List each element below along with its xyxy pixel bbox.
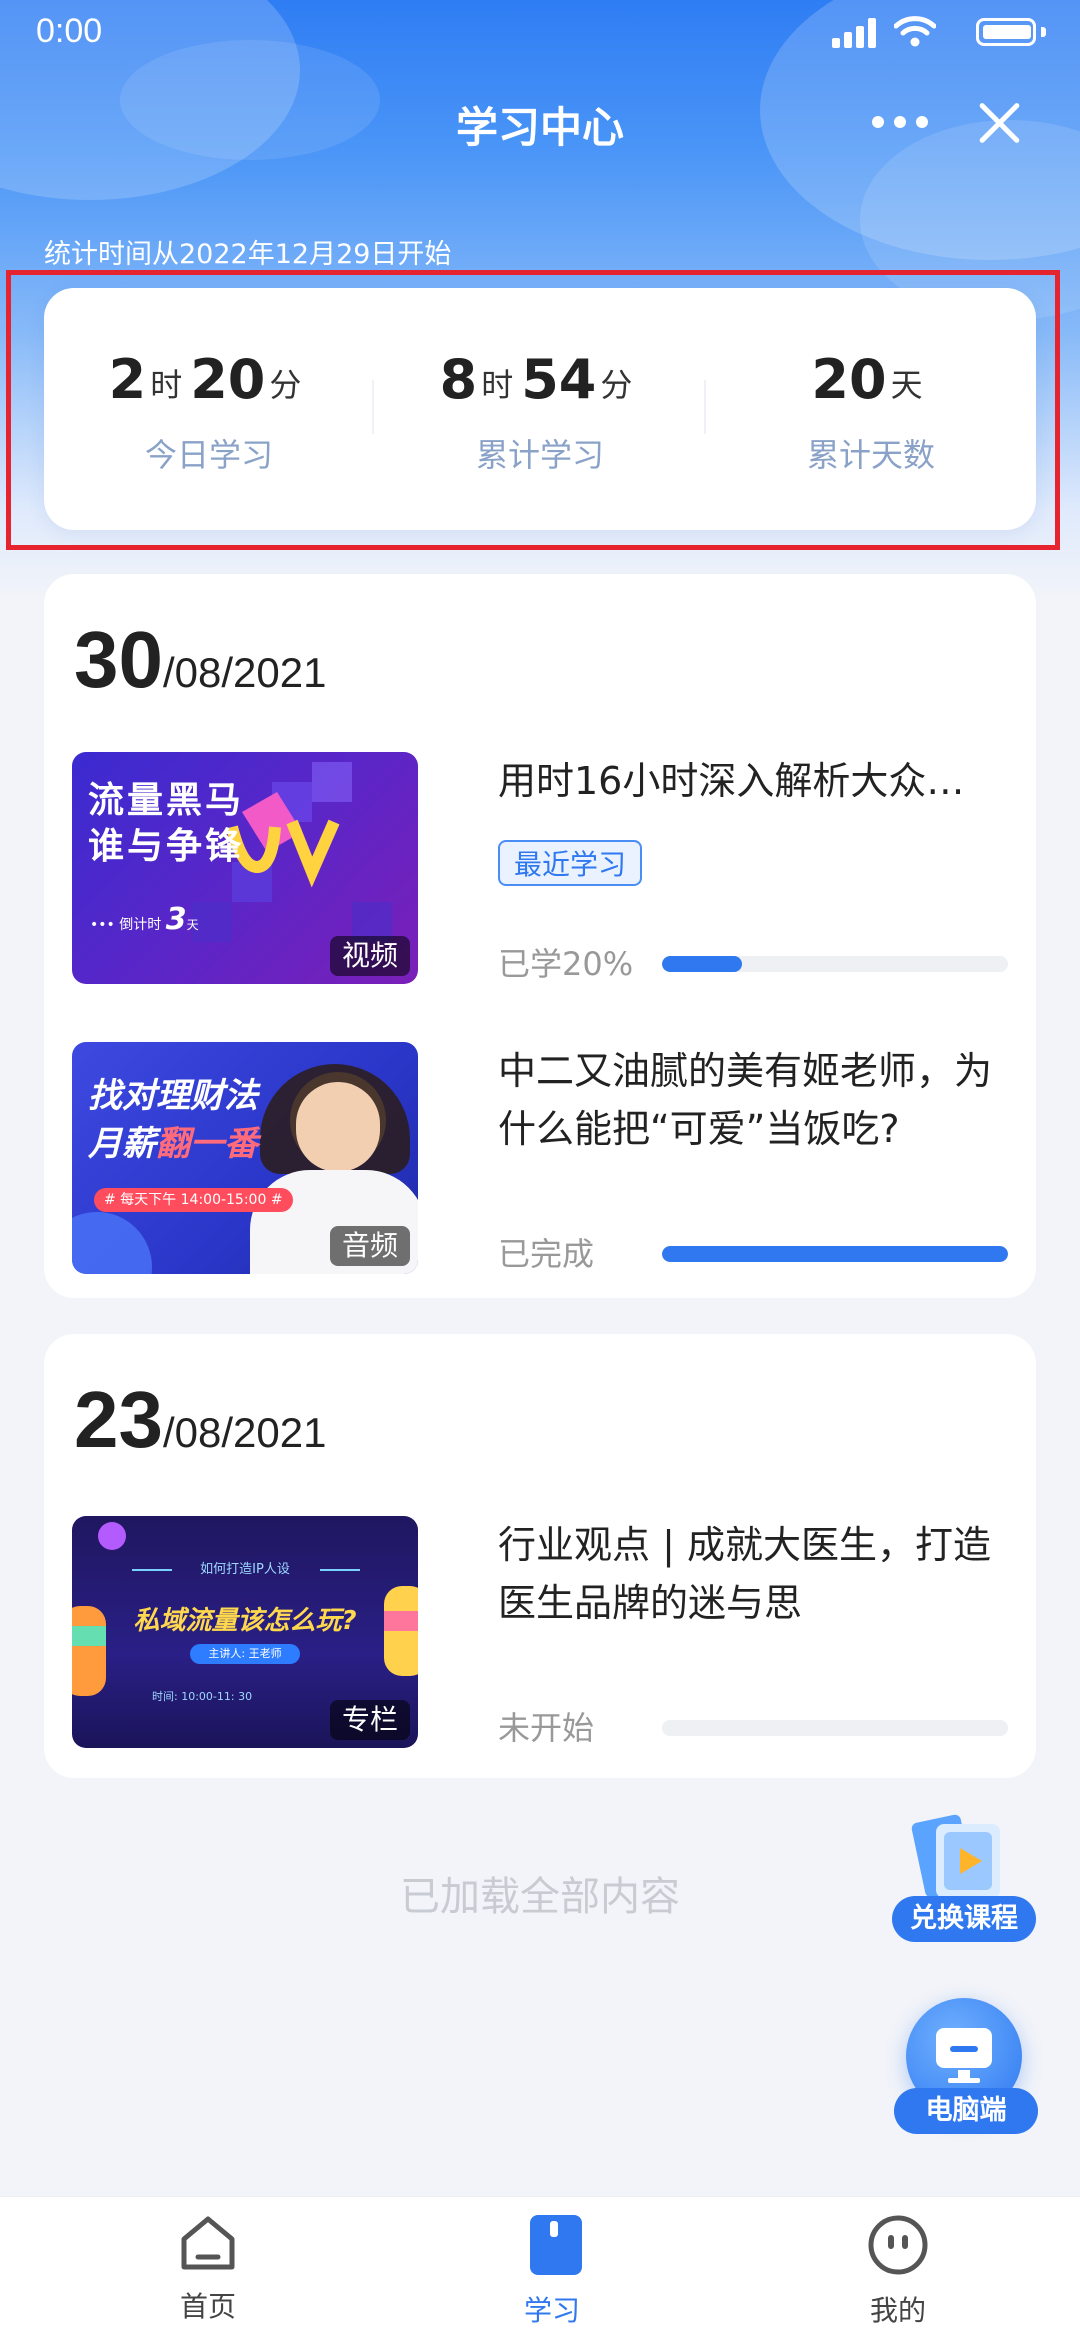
- course-thumbnail: 找对理财法 月薪翻一番 # 每天下午 14:00-15:00 # 音频: [72, 1042, 418, 1274]
- thumbnail-title: 找对理财法 月薪翻一番: [88, 1076, 258, 1164]
- progress-text: 未开始: [498, 1709, 595, 1747]
- thumbnail-title: 流量黑马 谁与争锋: [88, 780, 245, 867]
- thumbnail-schedule: # 每天下午 14:00-15:00 #: [94, 1188, 293, 1212]
- content-type-tag: 专栏: [329, 1700, 410, 1740]
- content-type-tag: 视频: [329, 936, 410, 976]
- date-heading: 23/08/2021: [74, 1374, 326, 1466]
- bottom-tab-bar: 首页 学习 我的: [0, 2196, 1080, 2340]
- tab-home-label: 首页: [179, 2290, 236, 2323]
- day-group-card: 30/08/2021 流量黑马 谁与争锋 ••• 倒计时 3天 视频 用时16小…: [44, 574, 1036, 1298]
- course-title: 中二又油腻的美有姬老师，为什么能把“可爱”当饭吃?: [498, 1049, 993, 1151]
- thumbnail-time: 时间: 10:00-11: 30: [152, 1690, 253, 1703]
- wifi-icon: [894, 16, 936, 47]
- course-thumbnail: 流量黑马 谁与争锋 ••• 倒计时 3天 视频: [72, 752, 418, 984]
- course-item[interactable]: 流量黑马 谁与争锋 ••• 倒计时 3天 视频 用时16小时深入解析大众… 最近…: [72, 752, 1012, 984]
- progress-text: 已学20%: [498, 945, 634, 983]
- tab-study[interactable]: 学习: [432, 2197, 672, 2340]
- home-icon: [181, 2216, 235, 2270]
- stats-since-text: 统计时间从2022年12月29日开始: [44, 239, 452, 270]
- battery-icon: [976, 18, 1046, 46]
- date-day: 30: [74, 615, 163, 704]
- progress-bar: [662, 956, 1008, 972]
- date-month-year: /08/2021: [162, 649, 327, 696]
- course-title: 行业观点 | 成就大医生，打造医生品牌的迷与思: [498, 1523, 991, 1625]
- study-icon: [530, 2215, 582, 2275]
- thumbnail-countdown: ••• 倒计时 3天: [90, 902, 199, 937]
- thumbnail-title: 私域流量该怎么玩?: [133, 1606, 357, 1636]
- close-icon[interactable]: [974, 98, 1024, 148]
- progress-bar: [662, 1720, 1008, 1736]
- course-thumbnail: 如何打造IP人设 私域流量该怎么玩? 主讲人: 王老师 时间: 10:00-11…: [72, 1516, 418, 1748]
- more-options-icon[interactable]: [872, 104, 928, 140]
- date-heading: 30/08/2021: [74, 614, 326, 706]
- course-item[interactable]: 如何打造IP人设 私域流量该怎么玩? 主讲人: 王老师 时间: 10:00-11…: [72, 1516, 1012, 1748]
- thumbnail-subtitle: 如何打造IP人设: [200, 1562, 290, 1577]
- day-group-card: 23/08/2021 如何打造IP人设 私域流量该怎么玩? 主讲人: 王老师 时…: [44, 1334, 1036, 1778]
- exchange-course-label: 兑换课程: [892, 1896, 1036, 1942]
- course-item[interactable]: 找对理财法 月薪翻一番 # 每天下午 14:00-15:00 # 音频 中二又油…: [72, 1042, 1012, 1274]
- signal-icon: [832, 18, 878, 48]
- thumbnail-lecturer: 主讲人: 王老师: [190, 1644, 300, 1664]
- tab-mine[interactable]: 我的: [778, 2197, 1018, 2340]
- recent-study-badge: 最近学习: [498, 840, 643, 886]
- tab-mine-label: 我的: [869, 2294, 926, 2327]
- exchange-course-button[interactable]: 兑换课程: [888, 1808, 1038, 1942]
- highlight-box: [6, 270, 1060, 550]
- progress-text: 已完成: [498, 1235, 595, 1273]
- date-month-year: /08/2021: [162, 1409, 327, 1456]
- status-bar: 0:00: [0, 0, 1080, 66]
- date-day: 23: [74, 1375, 163, 1464]
- profile-icon: [868, 2215, 928, 2275]
- progress-bar: [662, 1246, 1008, 1262]
- progress-fill: [662, 956, 742, 972]
- content-type-tag: 音频: [329, 1226, 410, 1266]
- pc-client-button[interactable]: 电脑端: [890, 1998, 1040, 2138]
- tab-study-label: 学习: [523, 2294, 580, 2327]
- status-time: 0:00: [36, 12, 103, 50]
- course-title: 用时16小时深入解析大众…: [498, 759, 965, 803]
- tab-home[interactable]: 首页: [88, 2197, 328, 2340]
- pc-client-label: 电脑端: [894, 2088, 1038, 2134]
- progress-fill: [662, 1246, 1008, 1262]
